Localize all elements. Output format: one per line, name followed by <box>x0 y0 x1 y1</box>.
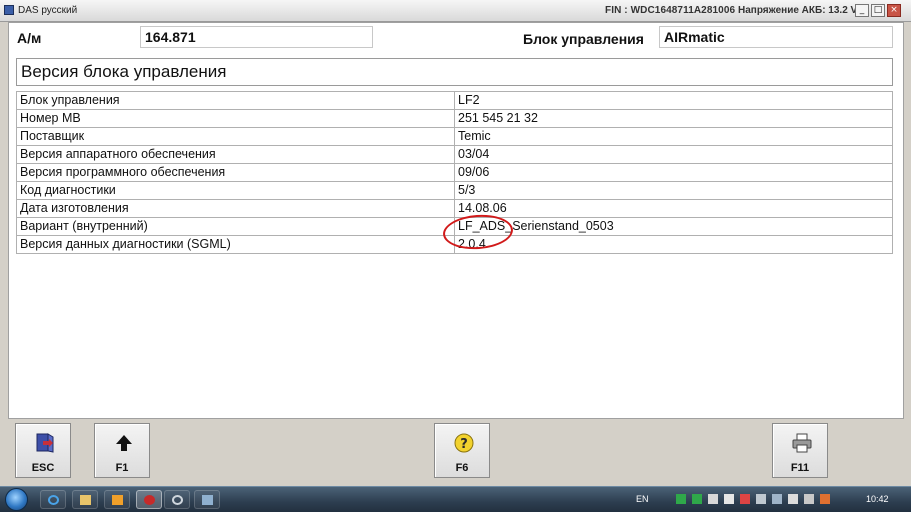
taskbar-tool[interactable] <box>164 490 190 509</box>
battery-voltage-readout: Напряжение АКБ: 13.2 V <box>738 5 858 16</box>
network-tray-icon[interactable] <box>772 494 782 504</box>
row-value: 14.08.06 <box>454 199 893 218</box>
help-icon: ? <box>454 433 474 453</box>
exit-door-icon <box>36 433 54 453</box>
browser-icon <box>48 495 59 505</box>
status-icon[interactable] <box>692 494 702 504</box>
row-value: Temic <box>454 127 893 146</box>
row-key: Дата изготовления <box>16 199 455 218</box>
taskbar: EN 10:42 <box>0 486 911 512</box>
row-value: LF2 <box>454 91 893 110</box>
row-value: LF_ADS_Serienstand_0503 <box>454 217 893 236</box>
language-indicator[interactable]: EN <box>636 494 649 504</box>
app-icon <box>4 5 14 15</box>
vehicle-label: А/м <box>17 30 42 46</box>
table-row: Дата изготовления 14.08.06 <box>16 199 893 218</box>
title-bar: DAS русский FIN : WDC1648711A281006 Напр… <box>0 0 911 22</box>
f1-label: F1 <box>115 462 129 474</box>
table-row: Блок управления LF2 <box>16 91 893 110</box>
flag-icon[interactable] <box>820 494 830 504</box>
printer-tray-icon[interactable] <box>724 494 734 504</box>
svg-text:?: ? <box>460 437 468 452</box>
taskbar-explorer[interactable] <box>72 490 98 509</box>
clock[interactable]: 10:42 <box>866 494 889 504</box>
folder-icon <box>80 495 91 505</box>
alert-icon[interactable] <box>740 494 750 504</box>
row-key: Версия аппаратного обеспечения <box>16 145 455 164</box>
row-value: 5/3 <box>454 181 893 200</box>
table-row: Код диагностики 5/3 <box>16 181 893 200</box>
printer-icon <box>792 433 812 453</box>
esc-button[interactable]: ESC <box>15 423 71 478</box>
arrow-up-icon <box>116 435 132 451</box>
table-row: Версия программного обеспечения 09/06 <box>16 163 893 182</box>
close-button[interactable]: × <box>887 4 901 17</box>
keyboard-icon[interactable] <box>804 494 814 504</box>
das-app-icon <box>144 495 155 505</box>
network-icon[interactable] <box>676 494 686 504</box>
esc-label: ESC <box>31 462 55 474</box>
row-value: 03/04 <box>454 145 893 164</box>
f1-button[interactable]: F1 <box>94 423 150 478</box>
main-panel: А/м 164.871 Блок управления AIRmatic Вер… <box>8 22 904 419</box>
app-title: DAS русский <box>18 5 78 16</box>
row-key: Вариант (внутренний) <box>16 217 455 236</box>
volume-icon[interactable] <box>788 494 798 504</box>
taskbar-ie[interactable] <box>40 490 66 509</box>
f11-button[interactable]: F11 <box>772 423 828 478</box>
minimize-button[interactable]: _ <box>855 4 869 17</box>
settings-icon <box>172 495 183 505</box>
ecu-value-field: AIRmatic <box>659 26 893 48</box>
taskbar-das[interactable] <box>136 490 162 509</box>
row-value: 09/06 <box>454 163 893 182</box>
device-icon[interactable] <box>708 494 718 504</box>
section-title: Версия блока управления <box>16 58 893 86</box>
row-key: Поставщик <box>16 127 455 146</box>
taskbar-media[interactable] <box>104 490 130 509</box>
row-value: 2.0.4 <box>454 235 893 254</box>
window-controls: _ □ × <box>855 4 901 17</box>
f11-label: F11 <box>790 462 810 474</box>
ecu-label: Блок управления <box>523 31 644 47</box>
taskbar-app[interactable] <box>194 490 220 509</box>
f6-button[interactable]: ? F6 <box>434 423 490 478</box>
monitor-icon[interactable] <box>756 494 766 504</box>
start-button[interactable] <box>5 488 28 511</box>
table-row: Поставщик Temic <box>16 127 893 146</box>
vehicle-value-field: 164.871 <box>140 26 373 48</box>
fin-readout: FIN : WDC1648711A281006 <box>605 5 736 16</box>
row-key: Версия данных диагностики (SGML) <box>16 235 455 254</box>
row-key: Номер MB <box>16 109 455 128</box>
row-value: 251 545 21 32 <box>454 109 893 128</box>
f6-label: F6 <box>455 462 469 474</box>
table-row: Номер MB 251 545 21 32 <box>16 109 893 128</box>
row-key: Версия программного обеспечения <box>16 163 455 182</box>
media-player-icon <box>112 495 123 505</box>
car-diagnostics-icon <box>202 495 213 505</box>
row-key: Код диагностики <box>16 181 455 200</box>
maximize-button[interactable]: □ <box>871 4 885 17</box>
table-row: Версия аппаратного обеспечения 03/04 <box>16 145 893 164</box>
row-key: Блок управления <box>16 91 455 110</box>
